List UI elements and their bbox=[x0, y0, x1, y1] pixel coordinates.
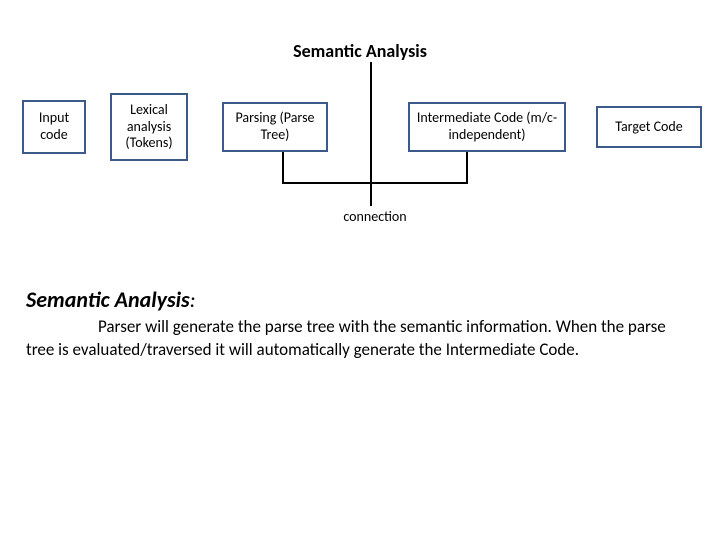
box-parsing-label: Parsing (Parse Tree) bbox=[228, 110, 322, 144]
box-intermediate: Intermediate Code (m/c-independent) bbox=[408, 102, 566, 152]
box-target-label: Target Code bbox=[615, 119, 683, 136]
box-intermediate-label: Intermediate Code (m/c-independent) bbox=[414, 110, 560, 144]
section-heading-suffix: : bbox=[190, 286, 196, 313]
box-target: Target Code bbox=[596, 106, 702, 148]
box-lexical: Lexical analysis (Tokens) bbox=[110, 93, 188, 161]
box-lexical-label: Lexical analysis (Tokens) bbox=[116, 102, 182, 152]
connector-title-down bbox=[370, 62, 372, 182]
box-input-code: Input code bbox=[22, 100, 86, 154]
connector-bottom-join bbox=[282, 182, 468, 184]
diagram-title: Semantic Analysis bbox=[0, 40, 720, 62]
section-heading-text: Semantic Analysis bbox=[26, 286, 190, 313]
connector-parsing-down bbox=[282, 152, 284, 182]
connector-intermediate-down bbox=[466, 152, 468, 182]
connector-bottom-center bbox=[370, 182, 372, 206]
body-text: Parser will generate the parse tree with… bbox=[26, 316, 686, 362]
box-parsing: Parsing (Parse Tree) bbox=[222, 102, 328, 152]
section-heading: Semantic Analysis: bbox=[26, 286, 196, 313]
connection-label: connection bbox=[320, 208, 430, 225]
box-input-code-label: Input code bbox=[28, 110, 80, 144]
